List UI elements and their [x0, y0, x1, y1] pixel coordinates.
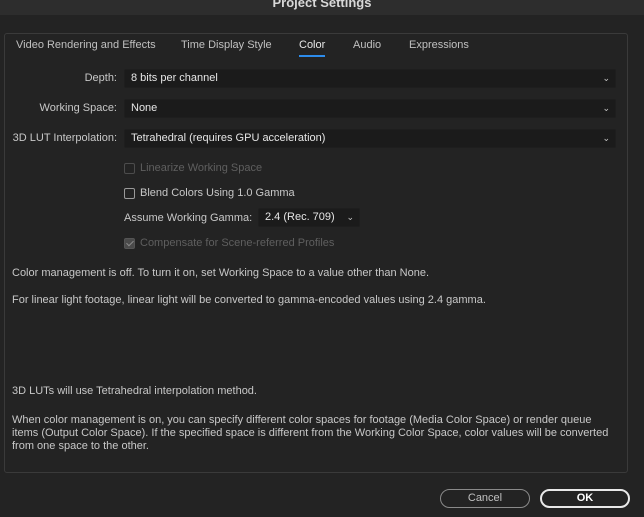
chevron-down-icon: ⌄: [346, 212, 354, 222]
blend-gamma-label: Blend Colors Using 1.0 Gamma: [140, 187, 295, 199]
lut-interpolation-label: 3D LUT Interpolation:: [12, 132, 117, 144]
depth-dropdown[interactable]: 8 bits per channel ⌄: [124, 69, 616, 88]
working-space-label: Working Space:: [39, 102, 117, 114]
cancel-button[interactable]: Cancel: [440, 489, 530, 508]
tab-color[interactable]: Color: [299, 39, 326, 57]
tab-audio[interactable]: Audio: [353, 39, 381, 51]
info-lut: 3D LUTs will use Tetrahedral interpolati…: [12, 385, 257, 397]
depth-label: Depth:: [84, 72, 117, 84]
blend-gamma-row[interactable]: Blend Colors Using 1.0 Gamma: [124, 187, 295, 199]
compensate-row: Compensate for Scene-referred Profiles: [124, 237, 334, 249]
chevron-down-icon: ⌄: [602, 133, 610, 143]
linearize-working-space-row: Linearize Working Space: [124, 162, 262, 174]
working-space-value: None: [131, 102, 158, 114]
assume-gamma-value: 2.4 (Rec. 709): [265, 211, 335, 223]
assume-gamma-dropdown[interactable]: 2.4 (Rec. 709) ⌄: [258, 208, 360, 227]
linearize-checkbox: [124, 163, 135, 174]
ok-button[interactable]: OK: [540, 489, 630, 508]
compensate-label: Compensate for Scene-referred Profiles: [140, 237, 335, 249]
depth-value: 8 bits per channel: [131, 72, 218, 84]
lut-interpolation-value: Tetrahedral (requires GPU acceleration): [131, 132, 326, 144]
title-bar: Project Settings: [0, 0, 644, 15]
window-title: Project Settings: [272, 0, 372, 10]
info-color-management: Color management is off. To turn it on, …: [12, 267, 430, 279]
lut-interpolation-dropdown[interactable]: Tetrahedral (requires GPU acceleration) …: [124, 129, 616, 148]
info-linear-light: For linear light footage, linear light w…: [12, 294, 486, 306]
tab-time-display[interactable]: Time Display Style: [181, 39, 272, 51]
assume-gamma-label: Assume Working Gamma:: [124, 212, 253, 224]
info-color-spaces: When color management is on, you can spe…: [12, 414, 609, 452]
tab-video-rendering[interactable]: Video Rendering and Effects: [16, 39, 156, 51]
blend-gamma-checkbox[interactable]: [124, 188, 135, 199]
compensate-checkbox: [124, 238, 135, 249]
tab-expressions[interactable]: Expressions: [409, 39, 469, 51]
linearize-label: Linearize Working Space: [140, 162, 263, 174]
working-space-dropdown[interactable]: None ⌄: [124, 99, 616, 118]
chevron-down-icon: ⌄: [602, 73, 610, 83]
chevron-down-icon: ⌄: [602, 103, 610, 113]
